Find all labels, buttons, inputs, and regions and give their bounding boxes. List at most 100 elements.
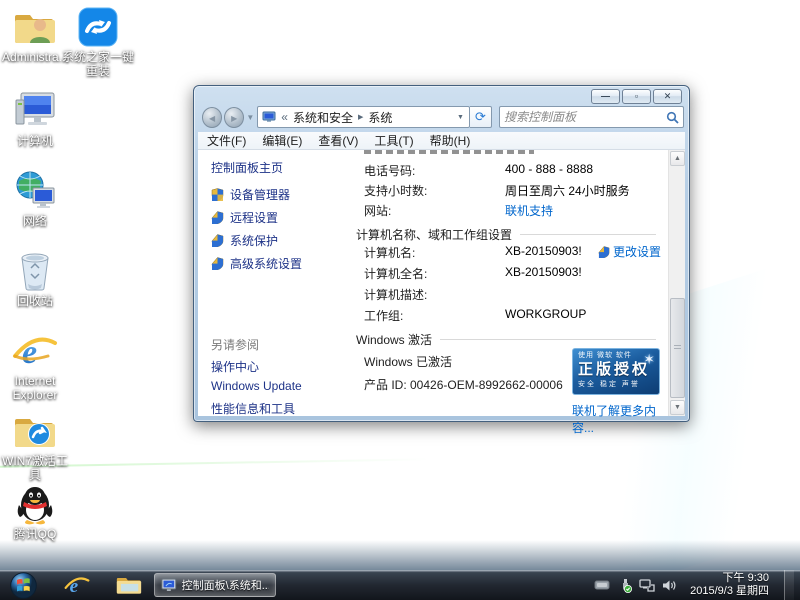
- breadcrumb: « 系统和安全 ▶ 系统: [281, 109, 454, 126]
- menu-view[interactable]: 查看(V): [318, 132, 358, 149]
- clipped-text-row: [364, 150, 534, 154]
- language-bar-icon[interactable]: [594, 579, 610, 591]
- search-box[interactable]: [499, 106, 684, 128]
- desktop-icon-administrator[interactable]: Administra...: [2, 6, 68, 64]
- desktop-icon-xitongzhijia[interactable]: 系统之家一键重装: [62, 6, 134, 78]
- desktop-icon-label: 网络: [2, 214, 68, 228]
- clock-date: 2015/9/3 星期四: [690, 585, 769, 598]
- learn-more-online-link[interactable]: 联机了解更多内容...: [572, 402, 668, 436]
- desktop-icon-label: 腾讯QQ: [2, 527, 68, 541]
- back-button[interactable]: ◀: [202, 107, 222, 128]
- volume-icon[interactable]: [662, 579, 677, 592]
- sidebar-item-system-protection[interactable]: 系统保护: [211, 232, 278, 249]
- desktop-icon-network[interactable]: 网络: [2, 170, 68, 228]
- taskbar-windows-explorer[interactable]: [110, 571, 148, 599]
- online-support-link[interactable]: 联机支持: [505, 202, 553, 219]
- menu-edit[interactable]: 编辑(E): [262, 132, 302, 149]
- sidebar-item-windows-update[interactable]: Windows Update: [211, 379, 302, 393]
- maximize-button[interactable]: ▫: [622, 89, 651, 104]
- taskbar-internet-explorer[interactable]: e: [58, 571, 96, 599]
- website-label: 网站:: [364, 202, 391, 219]
- refresh-button[interactable]: ⟳: [470, 106, 492, 128]
- desktop-icon-label: 计算机: [2, 134, 68, 148]
- menu-bar: 文件(F) 编辑(E) 查看(V) 工具(T) 帮助(H): [198, 132, 685, 150]
- network-icon: [2, 170, 68, 212]
- close-button[interactable]: ✕: [653, 89, 682, 104]
- folder-icon: [116, 574, 142, 596]
- sidebar-item-device-manager[interactable]: 设备管理器: [211, 186, 290, 203]
- workgroup-value: WORKGROUP: [505, 307, 586, 321]
- internet-explorer-icon: e: [64, 573, 90, 597]
- system-window-icon: [161, 578, 177, 592]
- badge-line3: 安全 稳定 声誉: [578, 381, 654, 388]
- section-title: 计算机名称、域和工作组设置: [356, 226, 512, 243]
- desktop-icon-internet-explorer[interactable]: e Internet Explorer: [2, 330, 68, 402]
- uac-shield-icon: [211, 188, 224, 201]
- badge-star-icon: ✶: [643, 352, 655, 366]
- address-dropdown-icon[interactable]: ▼: [454, 114, 467, 121]
- phone-label: 电话号码:: [364, 162, 415, 179]
- internet-explorer-icon: e: [2, 330, 68, 372]
- scrollbar-thumb[interactable]: [670, 298, 685, 398]
- sidebar-item-label: 远程设置: [230, 209, 278, 226]
- genuine-microsoft-badge: 使用 微软 软件 正版授权 安全 稳定 声誉 ✶: [572, 348, 660, 395]
- qq-penguin-icon: [2, 483, 68, 525]
- caption-buttons: — ▫ ✕: [591, 89, 682, 104]
- scroll-down-button[interactable]: ▼: [670, 400, 685, 415]
- vertical-scrollbar[interactable]: ▲ ▼: [668, 150, 685, 416]
- task-button-label: 控制面板\系统和...: [182, 577, 269, 593]
- taskbar-active-window-control-panel[interactable]: 控制面板\系统和...: [154, 573, 276, 597]
- computer-name-value: XB-20150903!: [505, 244, 582, 258]
- taskbar-clock[interactable]: 下午 9:30 2015/9/3 星期四: [684, 572, 777, 598]
- start-button[interactable]: [4, 571, 42, 599]
- recent-pages-dropdown[interactable]: ▼: [246, 113, 254, 122]
- clock-time: 下午 9:30: [690, 572, 769, 585]
- desktop-icon-label: Internet Explorer: [2, 374, 68, 402]
- network-tray-icon[interactable]: [639, 579, 655, 592]
- breadcrumb-prefix: «: [281, 110, 288, 124]
- computer-icon: [2, 90, 68, 132]
- administrator-folder-icon: [2, 6, 68, 48]
- section-title: Windows 激活: [356, 331, 432, 348]
- system-tray: 下午 9:30 2015/9/3 星期四: [594, 570, 800, 600]
- scroll-up-button[interactable]: ▲: [670, 151, 685, 166]
- sidebar-item-action-center[interactable]: 操作中心: [211, 358, 259, 375]
- wallpaper-bottom-shade: [0, 540, 800, 570]
- search-input[interactable]: [504, 110, 666, 124]
- forward-button[interactable]: ▶: [224, 107, 244, 128]
- breadcrumb-system-security[interactable]: 系统和安全: [293, 109, 353, 126]
- windows-activation-section-header: Windows 激活: [356, 331, 656, 348]
- scroll-down-icon: ▼: [674, 404, 681, 411]
- taskbar: e 控制面板\系统和...: [0, 570, 800, 600]
- sidebar-item-advanced-system-settings[interactable]: 高级系统设置: [211, 255, 302, 272]
- uac-shield-icon: [211, 257, 224, 270]
- system-page-content: 电话号码: 400 - 888 - 8888 支持小时数: 周日至周六 24小时…: [350, 150, 668, 416]
- windows-start-orb-icon: [10, 572, 37, 599]
- minimize-button[interactable]: —: [591, 89, 620, 104]
- desktop-icon-win7-activator[interactable]: WIN7激活工具: [2, 410, 68, 482]
- show-desktop-button[interactable]: [784, 570, 794, 600]
- change-settings-link[interactable]: 更改设置: [613, 243, 661, 260]
- desktop-icon-computer[interactable]: 计算机: [2, 90, 68, 148]
- uac-shield-icon: [211, 211, 224, 224]
- workgroup-label: 工作组:: [364, 307, 403, 324]
- desktop-icon-label: WIN7激活工具: [2, 454, 68, 482]
- activation-status: Windows 已激活: [364, 353, 452, 370]
- menu-help[interactable]: 帮助(H): [430, 132, 471, 149]
- address-bar[interactable]: « 系统和安全 ▶ 系统 ▼: [257, 106, 470, 128]
- breadcrumb-system[interactable]: 系统: [368, 109, 392, 126]
- sidebar-item-control-panel-home[interactable]: 控制面板主页: [211, 159, 283, 176]
- desktop-icon-label: Administra...: [2, 50, 68, 64]
- desktop-icon-recycle-bin[interactable]: 回收站: [2, 250, 68, 308]
- menu-tools[interactable]: 工具(T): [374, 132, 413, 149]
- change-settings[interactable]: 更改设置: [598, 243, 661, 260]
- desktop-icon-qq[interactable]: 腾讯QQ: [2, 483, 68, 541]
- phone-value: 400 - 888 - 8888: [505, 162, 593, 176]
- address-location-icon: [262, 111, 277, 124]
- safely-remove-hardware-icon[interactable]: [617, 578, 632, 593]
- menu-file[interactable]: 文件(F): [207, 132, 246, 149]
- sidebar-item-performance-tools[interactable]: 性能信息和工具: [211, 400, 295, 417]
- full-computer-name-label: 计算机全名:: [364, 265, 427, 282]
- sidebar-item-remote-settings[interactable]: 远程设置: [211, 209, 278, 226]
- navigation-bar: ◀ ▶ ▼ « 系统和安全 ▶ 系统 ▼ ⟳: [199, 104, 684, 130]
